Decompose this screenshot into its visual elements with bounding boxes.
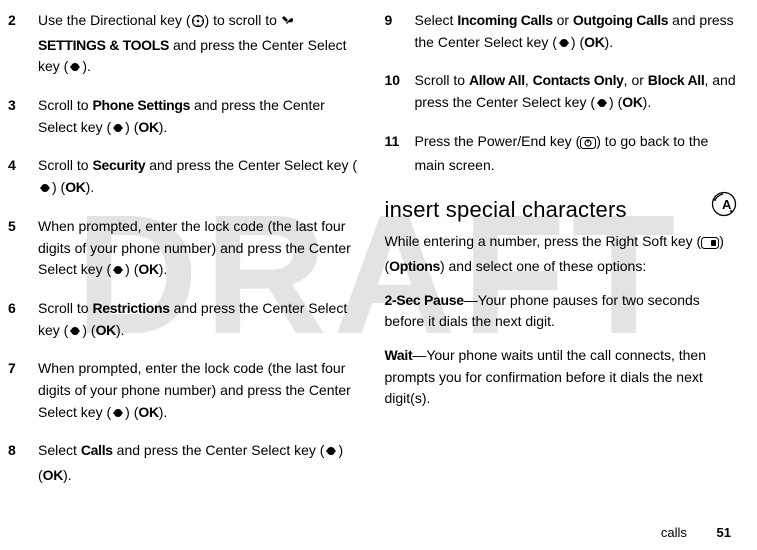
bold-term: OK <box>138 404 158 420</box>
center-icon <box>111 405 125 427</box>
bold-term: Options <box>389 258 440 274</box>
step-body: Select Incoming Calls or Outgoing Calls … <box>415 10 738 56</box>
step-number: 6 <box>8 298 24 344</box>
step-body: Press the Power/End key () to go back to… <box>415 131 738 177</box>
step-number: 3 <box>8 95 24 141</box>
step-3: 3 Scroll to Phone Settings and press the … <box>8 95 361 141</box>
bold-term: Wait <box>385 347 413 363</box>
bold-term: OK <box>138 119 158 135</box>
bold-term: OK <box>65 179 85 195</box>
center-icon <box>595 95 609 117</box>
step-number: 4 <box>8 155 24 201</box>
step-body: Scroll to Phone Settings and press the C… <box>38 95 361 141</box>
step-number: 5 <box>8 216 24 284</box>
step-number: 11 <box>385 131 401 177</box>
center-icon <box>324 443 338 465</box>
step-body: Use the Directional key () to scroll to … <box>38 10 361 81</box>
feature-badge-icon: A <box>711 191 737 222</box>
option-2sec-pause: 2-Sec Pause—Your phone pauses for two se… <box>385 290 738 333</box>
soft-icon <box>701 234 719 256</box>
step-number: 8 <box>8 440 24 486</box>
center-icon <box>111 120 125 142</box>
step-body: Select Calls and press the Center Select… <box>38 440 361 486</box>
center-icon <box>38 180 52 202</box>
step-number: 9 <box>385 10 401 56</box>
bold-term: Allow All <box>469 72 525 88</box>
section-title: insert special characters <box>385 197 702 223</box>
page-footer: calls 51 <box>661 525 731 540</box>
bold-term: SETTINGS & TOOLS <box>38 37 169 53</box>
bold-term: OK <box>622 94 642 110</box>
step-number: 2 <box>8 10 24 81</box>
step-6: 6 Scroll to Restrictions and press the Ce… <box>8 298 361 344</box>
bold-term: Phone Settings <box>92 97 190 113</box>
option-wait: Wait—Your phone waits until the call con… <box>385 345 738 410</box>
bold-term: Contacts Only <box>533 72 624 88</box>
step-number: 7 <box>8 358 24 426</box>
bold-term: Restrictions <box>92 300 169 316</box>
bold-term: Outgoing Calls <box>573 12 668 28</box>
step-2: 2Use the Directional key () to scroll to… <box>8 10 361 81</box>
bold-term: OK <box>584 34 604 50</box>
bold-term: Security <box>92 157 145 173</box>
bold-term: OK <box>96 322 116 338</box>
bold-term: OK <box>43 467 63 483</box>
bold-term: Calls <box>81 442 113 458</box>
section-intro: While entering a number, press the Right… <box>385 231 738 277</box>
step-body: Scroll to Restrictions and press the Cen… <box>38 298 361 344</box>
step-body: When prompted, enter the lock code (the … <box>38 358 361 426</box>
step-number: 10 <box>385 70 401 116</box>
center-icon <box>111 262 125 284</box>
center-icon <box>68 59 82 81</box>
power-icon <box>580 134 596 156</box>
bold-term: 2-Sec Pause <box>385 292 464 308</box>
center-icon <box>68 323 82 345</box>
right-column: 9 Select Incoming Calls or Outgoing Calls… <box>385 10 738 501</box>
bold-term: OK <box>138 261 158 277</box>
bold-term: Block All <box>648 72 705 88</box>
svg-text:A: A <box>722 197 732 212</box>
step-10: 10 Scroll to Allow All, Contacts Only, or… <box>385 70 738 116</box>
footer-section-label: calls <box>661 525 687 540</box>
nav-icon <box>191 13 205 35</box>
page-number: 51 <box>717 525 731 540</box>
bold-term: Incoming Calls <box>457 12 552 28</box>
content-columns: 2Use the Directional key () to scroll to… <box>0 0 757 501</box>
step-11: 11 Press the Power/End key () to go back … <box>385 131 738 177</box>
step-body: Scroll to Security and press the Center … <box>38 155 361 201</box>
tools-icon <box>281 13 295 35</box>
left-column: 2Use the Directional key () to scroll to… <box>8 10 361 501</box>
step-5: 5When prompted, enter the lock code (the… <box>8 216 361 284</box>
step-4: 4 Scroll to Security and press the Center… <box>8 155 361 201</box>
step-9: 9 Select Incoming Calls or Outgoing Calls… <box>385 10 738 56</box>
center-icon <box>557 35 571 57</box>
step-8: 8 Select Calls and press the Center Selec… <box>8 440 361 486</box>
section-heading-row: insert special characters A <box>385 191 738 231</box>
step-body: When prompted, enter the lock code (the … <box>38 216 361 284</box>
step-7: 7When prompted, enter the lock code (the… <box>8 358 361 426</box>
step-body: Scroll to Allow All, Contacts Only, or B… <box>415 70 738 116</box>
